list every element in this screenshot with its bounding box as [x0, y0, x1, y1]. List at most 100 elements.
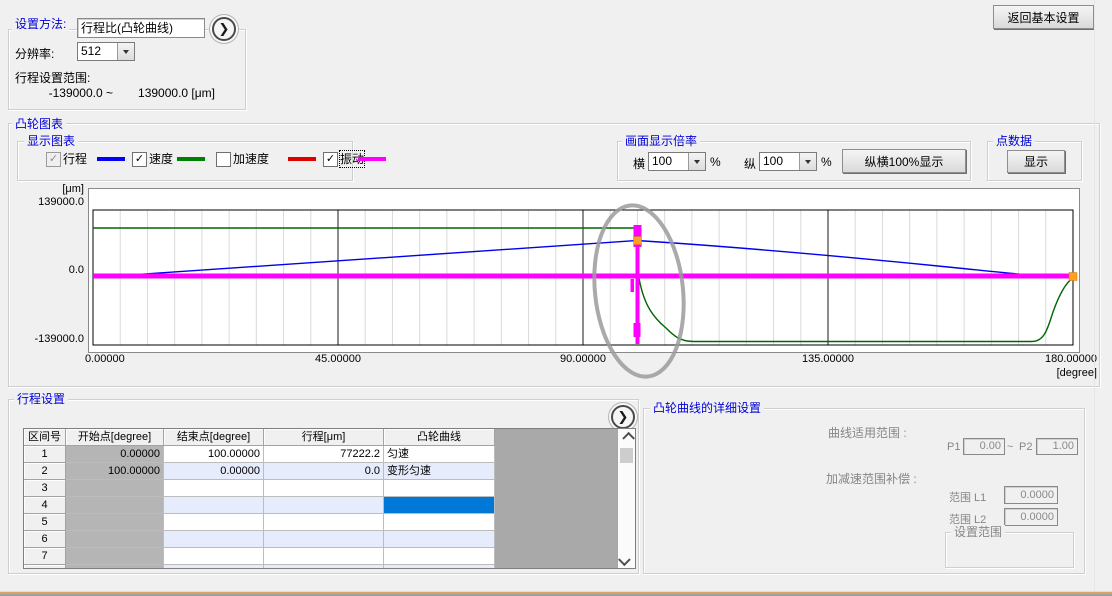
table-cell[interactable] — [264, 480, 384, 497]
y-axis-unit: [μm] — [0, 183, 84, 195]
cam-chart-title: 凸轮图表 — [12, 117, 66, 131]
table-cell[interactable] — [164, 531, 264, 548]
table-cell[interactable]: 100.00000 — [164, 446, 264, 463]
display-chart-title: 显示图表 — [24, 134, 78, 148]
column-header[interactable]: 行程[μm] — [264, 429, 384, 446]
point-marker[interactable] — [634, 237, 642, 245]
table-cell[interactable]: 变形匀速 — [384, 463, 495, 480]
method-expand-button[interactable]: ❯ — [212, 17, 236, 41]
checkbox-2[interactable] — [216, 152, 231, 167]
range-l1-field[interactable]: 0.0000 — [1004, 486, 1058, 504]
table-cell[interactable] — [384, 548, 495, 565]
table-cell[interactable]: 0.00000 — [66, 446, 164, 463]
checkbox-label[interactable]: 速度 — [149, 151, 173, 167]
scrollbar-thumb[interactable] — [620, 448, 633, 463]
point-data-display-button[interactable]: 显示 — [1007, 150, 1065, 173]
table-cell[interactable] — [384, 514, 495, 531]
table-header-row: 区间号开始点[degree]结束点[degree]行程[μm]凸轮曲线 — [24, 429, 635, 446]
table-cell[interactable] — [66, 548, 164, 565]
table-row: 7 — [24, 548, 635, 565]
stroke-table-expand-button[interactable]: ❯ — [611, 405, 635, 429]
table-row: 6 — [24, 531, 635, 548]
dropdown-arrow-icon[interactable] — [117, 43, 134, 60]
method-value-field[interactable]: 行程比(凸轮曲线) — [77, 18, 205, 38]
h-magnification-combobox[interactable]: 100 — [648, 152, 706, 171]
table-cell[interactable] — [66, 531, 164, 548]
table-cell — [164, 565, 264, 569]
stroke-range-label: 行程设置范围: — [15, 69, 90, 86]
table-scrollbar[interactable] — [617, 429, 635, 568]
table-cell[interactable] — [66, 497, 164, 514]
column-header[interactable]: 凸轮曲线 — [384, 429, 495, 446]
dropdown-arrow-icon[interactable] — [688, 153, 705, 170]
table-cell[interactable] — [164, 514, 264, 531]
p2-field[interactable]: 1.00 — [1036, 438, 1078, 455]
fit-100pct-button[interactable]: 纵横100%显示 — [842, 149, 966, 173]
v-magnification-value: 100 — [760, 153, 799, 170]
series-color-swatch — [97, 157, 125, 161]
series-color-swatch — [358, 157, 386, 161]
back-to-basic-settings-button[interactable]: 返回基本设置 — [993, 5, 1094, 29]
range-l2-field[interactable]: 0.0000 — [1004, 508, 1058, 526]
method-label: 设置方法: — [12, 17, 69, 31]
table-cell[interactable] — [384, 480, 495, 497]
row-header-cell: 5 — [24, 514, 66, 531]
accel-comp-label: 加减速范围补偿 : — [826, 470, 917, 487]
table-cell[interactable] — [264, 548, 384, 565]
checkbox-1[interactable]: ✓ — [132, 152, 147, 167]
table-cell[interactable] — [384, 497, 495, 514]
v-magnification-combobox[interactable]: 100 — [759, 152, 817, 171]
table-row: 2100.000000.000000.0变形匀速 — [24, 463, 635, 480]
curve-range-label: 曲线适用范围 : — [828, 424, 907, 441]
resolution-label: 分辨率: — [15, 45, 54, 62]
table-cell[interactable]: 100.00000 — [66, 463, 164, 480]
table-cell — [66, 565, 164, 569]
table-cell[interactable] — [264, 514, 384, 531]
checkbox-label[interactable]: 加速度 — [233, 151, 269, 167]
resolution-combobox[interactable]: 512 — [77, 42, 135, 61]
table-cell[interactable] — [264, 531, 384, 548]
table-cell[interactable] — [164, 548, 264, 565]
row-header-cell: 6 — [24, 531, 66, 548]
table-cell[interactable] — [66, 514, 164, 531]
column-header[interactable]: 区间号 — [24, 429, 66, 446]
x-tick-135: 135.00000 — [802, 353, 854, 365]
row-header-cell: 1 — [24, 446, 66, 463]
display-chart-checkboxes: ✓行程✓速度加速度✓振动 — [44, 151, 344, 167]
column-header[interactable]: 开始点[degree] — [66, 429, 164, 446]
stroke-setting-table[interactable]: 区间号开始点[degree]结束点[degree]行程[μm]凸轮曲线10.00… — [23, 428, 636, 569]
dropdown-arrow-icon[interactable] — [799, 153, 816, 170]
table-cell[interactable]: 匀速 — [384, 446, 495, 463]
table-cell[interactable] — [164, 497, 264, 514]
checkbox-0: ✓ — [46, 152, 61, 167]
table-cell[interactable] — [66, 480, 164, 497]
y-tick-max: 139000.0 — [0, 196, 84, 208]
table-cell[interactable]: 0.0 — [264, 463, 384, 480]
series-color-swatch — [288, 157, 316, 161]
cam-curve-detail-title: 凸轮曲线的详细设置 — [650, 401, 764, 415]
row-header-cell: 3 — [24, 480, 66, 497]
checkbox-label[interactable]: 行程 — [63, 151, 87, 167]
x-tick-180: 180.00000 — [1045, 353, 1097, 365]
table-cell[interactable]: 77222.2 — [264, 446, 384, 463]
series-color-swatch — [177, 157, 205, 161]
table-cell[interactable] — [164, 480, 264, 497]
p2-label: P2 — [1019, 441, 1032, 453]
h-magnification-label: 横 — [633, 155, 645, 172]
stroke-range-max: 139000.0 [μm] — [120, 86, 215, 100]
column-header[interactable]: 结束点[degree] — [164, 429, 264, 446]
h-percent-label: % — [710, 155, 721, 169]
p1-field[interactable]: 0.00 — [963, 438, 1005, 455]
x-axis-unit: [degree] — [1057, 367, 1097, 379]
point-marker[interactable] — [1069, 273, 1077, 281]
x-tick-90: 90.00000 — [560, 353, 606, 365]
table-cell[interactable]: 0.00000 — [164, 463, 264, 480]
h-magnification-value: 100 — [649, 153, 688, 170]
checkbox-3[interactable]: ✓ — [323, 152, 338, 167]
chevron-right-icon: ❯ — [618, 409, 629, 425]
table-cell — [24, 565, 66, 569]
table-cell[interactable] — [264, 497, 384, 514]
scroll-down-arrow-icon[interactable] — [618, 552, 635, 568]
table-cell[interactable] — [384, 531, 495, 548]
scroll-up-arrow-icon[interactable] — [618, 429, 635, 445]
